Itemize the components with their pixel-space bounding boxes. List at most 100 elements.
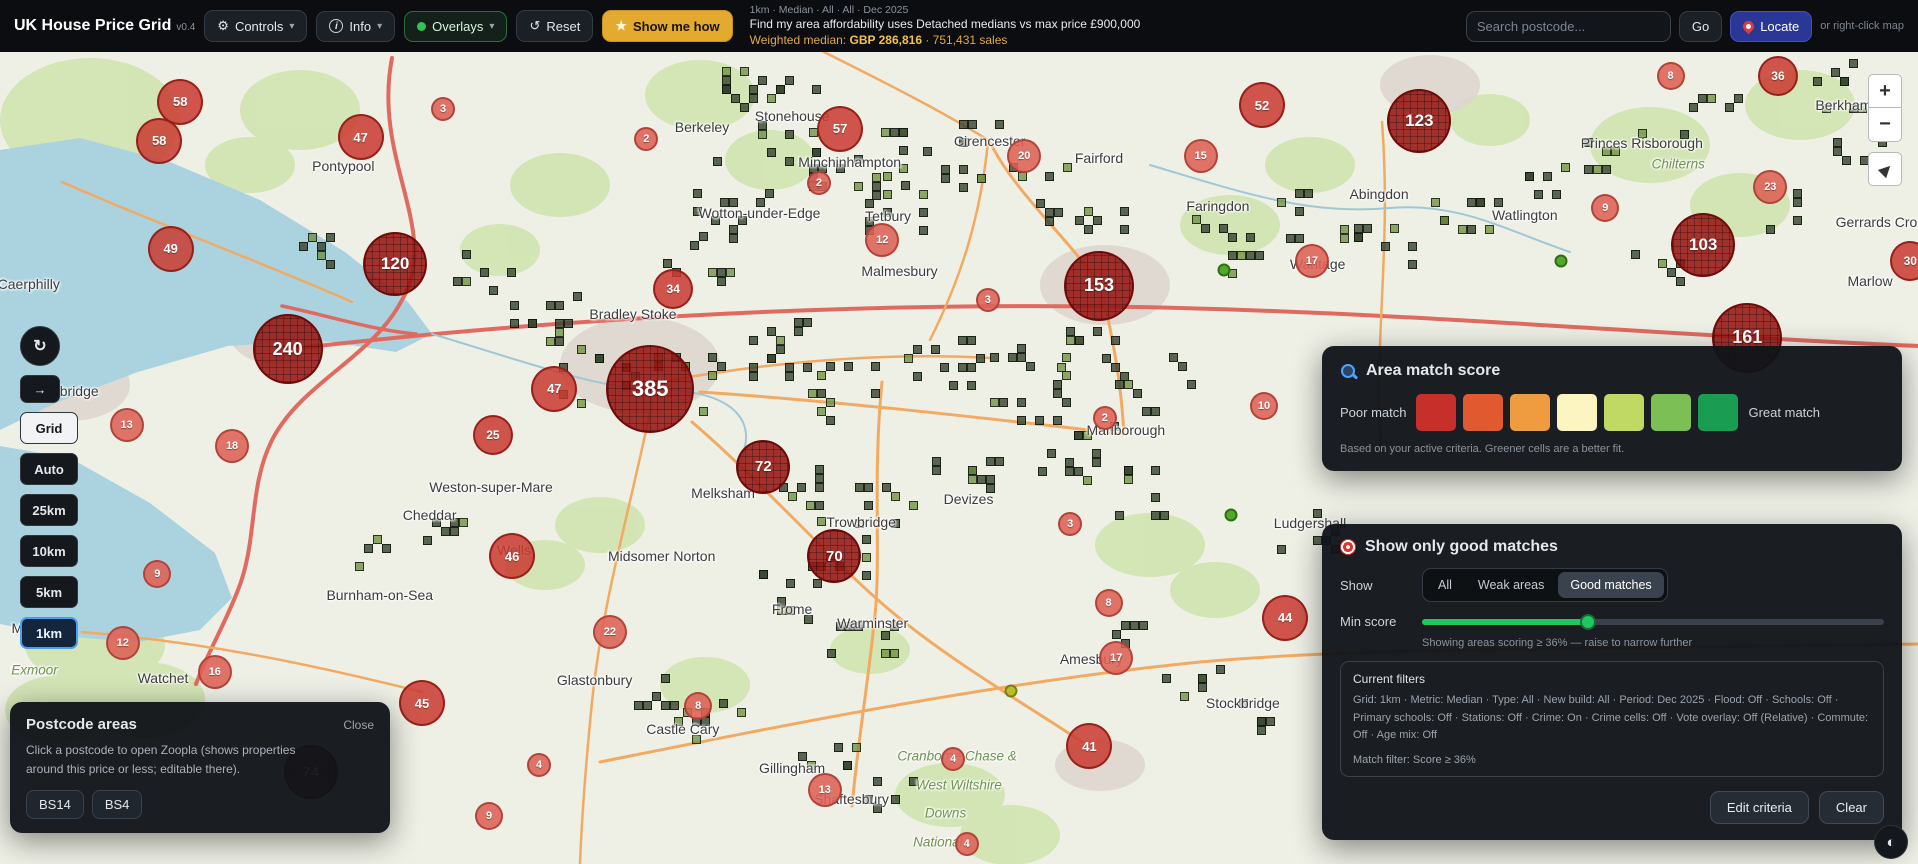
show-option-good-matches[interactable]: Good matches <box>1558 572 1664 598</box>
score-swatch <box>1698 394 1739 431</box>
edit-criteria-button[interactable]: Edit criteria <box>1709 790 1809 824</box>
poor-match-label: Poor match <box>1340 405 1407 420</box>
postcode-panel-title: Postcode areas <box>26 716 137 733</box>
reset-label: Reset <box>546 18 581 34</box>
gear-icon: ⚙ <box>217 18 229 33</box>
locate-button[interactable]: Locate <box>1730 10 1813 42</box>
min-score-label: Min score <box>1340 614 1397 629</box>
rail-item-grid[interactable]: Grid <box>20 412 78 444</box>
postcode-areas-panel: Postcode areas Close Click a postcode to… <box>10 702 390 834</box>
zoom-out-button[interactable]: − <box>1868 108 1902 142</box>
postcode-panel-header: Postcode areas Close <box>26 716 374 733</box>
show-filter-row: Show All Weak areas Good matches <box>1340 568 1884 602</box>
show-segmented-control: All Weak areas Good matches <box>1422 568 1668 602</box>
postcode-chip[interactable]: BS14 <box>26 790 84 820</box>
rail-item-auto[interactable]: Auto <box>20 453 78 485</box>
search-area: Go Locate or right-click map <box>1465 10 1904 42</box>
target-icon <box>1340 539 1356 555</box>
grid-size-rail: ↻ → Grid Auto 25km 10km 5km 1km <box>20 326 78 649</box>
overlays-button[interactable]: Overlays ▾ <box>404 10 508 42</box>
sales-count: · 751,431 sales <box>925 32 1008 47</box>
app-version: v0.4 <box>176 22 196 33</box>
magnifier-icon <box>1340 363 1357 380</box>
slider-thumb[interactable] <box>1580 613 1597 630</box>
good-cell-dot[interactable] <box>1004 684 1018 698</box>
postcode-panel-description: Click a postcode to open Zoopla (shows p… <box>26 743 296 776</box>
map-zoom-controls: + − ▶ <box>1868 74 1902 186</box>
good-cell-dot[interactable] <box>1554 254 1568 268</box>
pin-icon <box>1740 18 1757 34</box>
score-swatch <box>1651 394 1692 431</box>
slider-fill <box>1422 618 1589 625</box>
info-icon: i <box>329 19 344 33</box>
show-option-weak-areas[interactable]: Weak areas <box>1466 572 1556 598</box>
current-filters-title: Current filters <box>1353 672 1426 686</box>
current-filters-box: Current filters Grid: 1km · Metric: Medi… <box>1340 661 1884 777</box>
show-option-all[interactable]: All <box>1426 572 1464 598</box>
min-score-slider[interactable] <box>1422 613 1884 630</box>
app-root: Berkeley Stonehouse Minchinhampton Cirences… <box>0 0 1918 864</box>
chevron-down-icon: ▾ <box>289 20 295 32</box>
locate-arrow-button[interactable]: ▶ <box>1868 152 1902 186</box>
locate-label: Locate <box>1760 18 1800 34</box>
sparkle-icon: ★ <box>615 18 627 33</box>
zoom-in-button[interactable]: + <box>1868 74 1902 108</box>
rail-item-refresh[interactable]: ↻ <box>20 326 60 366</box>
controls-label: Controls <box>234 18 284 34</box>
rail-item-expand[interactable]: → <box>20 375 60 403</box>
status-line-settings: 1km · Median · All · All · Dec 2025 <box>749 3 909 16</box>
show-me-how-label: Show me how <box>632 18 720 34</box>
reset-icon: ↺ <box>529 18 541 33</box>
min-score-row: Min score <box>1340 613 1884 630</box>
rail-item-25km[interactable]: 25km <box>20 494 78 526</box>
info-label: Info <box>349 18 372 34</box>
score-swatches <box>1416 394 1739 431</box>
search-input[interactable] <box>1465 10 1671 42</box>
app-title-text: UK House Price Grid <box>14 17 172 34</box>
area-match-score-panel: Area match score Poor match Great match … <box>1322 346 1902 471</box>
postcode-chip[interactable]: BS4 <box>91 790 143 820</box>
postcode-chip-list: BS14 BS4 <box>26 790 374 820</box>
score-swatch <box>1510 394 1551 431</box>
chevron-down-icon: ▾ <box>377 20 383 32</box>
good-cell-dot[interactable] <box>1224 508 1238 522</box>
match-filter-text: Match filter: Score ≥ 36% <box>1353 753 1476 766</box>
score-panel-header: Area match score <box>1340 362 1884 380</box>
clear-button[interactable]: Clear <box>1818 790 1884 824</box>
weighted-median-label: Weighted median: <box>749 32 847 47</box>
score-swatch <box>1416 394 1457 431</box>
theme-toggle-button[interactable]: ◐ <box>1874 825 1908 859</box>
controls-button[interactable]: ⚙ Controls ▾ <box>204 10 308 42</box>
status-line-affordability: Find my area affordability uses Detached… <box>749 17 1141 32</box>
overlays-label: Overlays <box>432 18 484 34</box>
rail-item-10km[interactable]: 10km <box>20 535 78 567</box>
score-swatch <box>1463 394 1504 431</box>
weighted-median-value: GBP 286,816 <box>849 32 923 47</box>
score-swatch <box>1604 394 1645 431</box>
moon-icon: ◐ <box>1886 833 1896 851</box>
match-panel-title: Show only good matches <box>1365 538 1558 555</box>
go-button[interactable]: Go <box>1678 10 1723 42</box>
rail-item-1km[interactable]: 1km <box>20 617 78 649</box>
show-me-how-button[interactable]: ★ Show me how <box>602 10 733 42</box>
score-legend: Poor match Great match <box>1340 394 1884 431</box>
score-panel-title: Area match score <box>1366 362 1501 379</box>
rail-item-5km[interactable]: 5km <box>20 576 78 608</box>
good-cell-dot[interactable] <box>1217 263 1231 277</box>
good-matches-panel: Show only good matches Show All Weak area… <box>1322 524 1902 840</box>
status-readout: 1km · Median · All · All · Dec 2025 Find… <box>750 4 1141 49</box>
reset-button[interactable]: ↺ Reset <box>516 10 594 42</box>
right-click-hint: or right-click map <box>1820 20 1904 32</box>
score-panel-caption: Based on your active criteria. Greener c… <box>1340 443 1625 455</box>
overlay-active-dot-icon <box>417 21 427 31</box>
close-button[interactable]: Close <box>343 718 374 732</box>
info-button[interactable]: i Info ▾ <box>316 10 396 42</box>
locate-arrow-icon: ▶ <box>1875 159 1895 179</box>
app-title: UK House Price Grid v0.4 <box>14 17 195 35</box>
show-label: Show <box>1340 577 1373 593</box>
match-panel-actions: Edit criteria Clear <box>1340 790 1884 824</box>
great-match-label: Great match <box>1748 405 1821 420</box>
chevron-down-icon: ▾ <box>489 20 495 32</box>
score-swatch <box>1557 394 1598 431</box>
current-filters-text: Grid: 1km · Metric: Median · Type: All ·… <box>1353 694 1869 742</box>
